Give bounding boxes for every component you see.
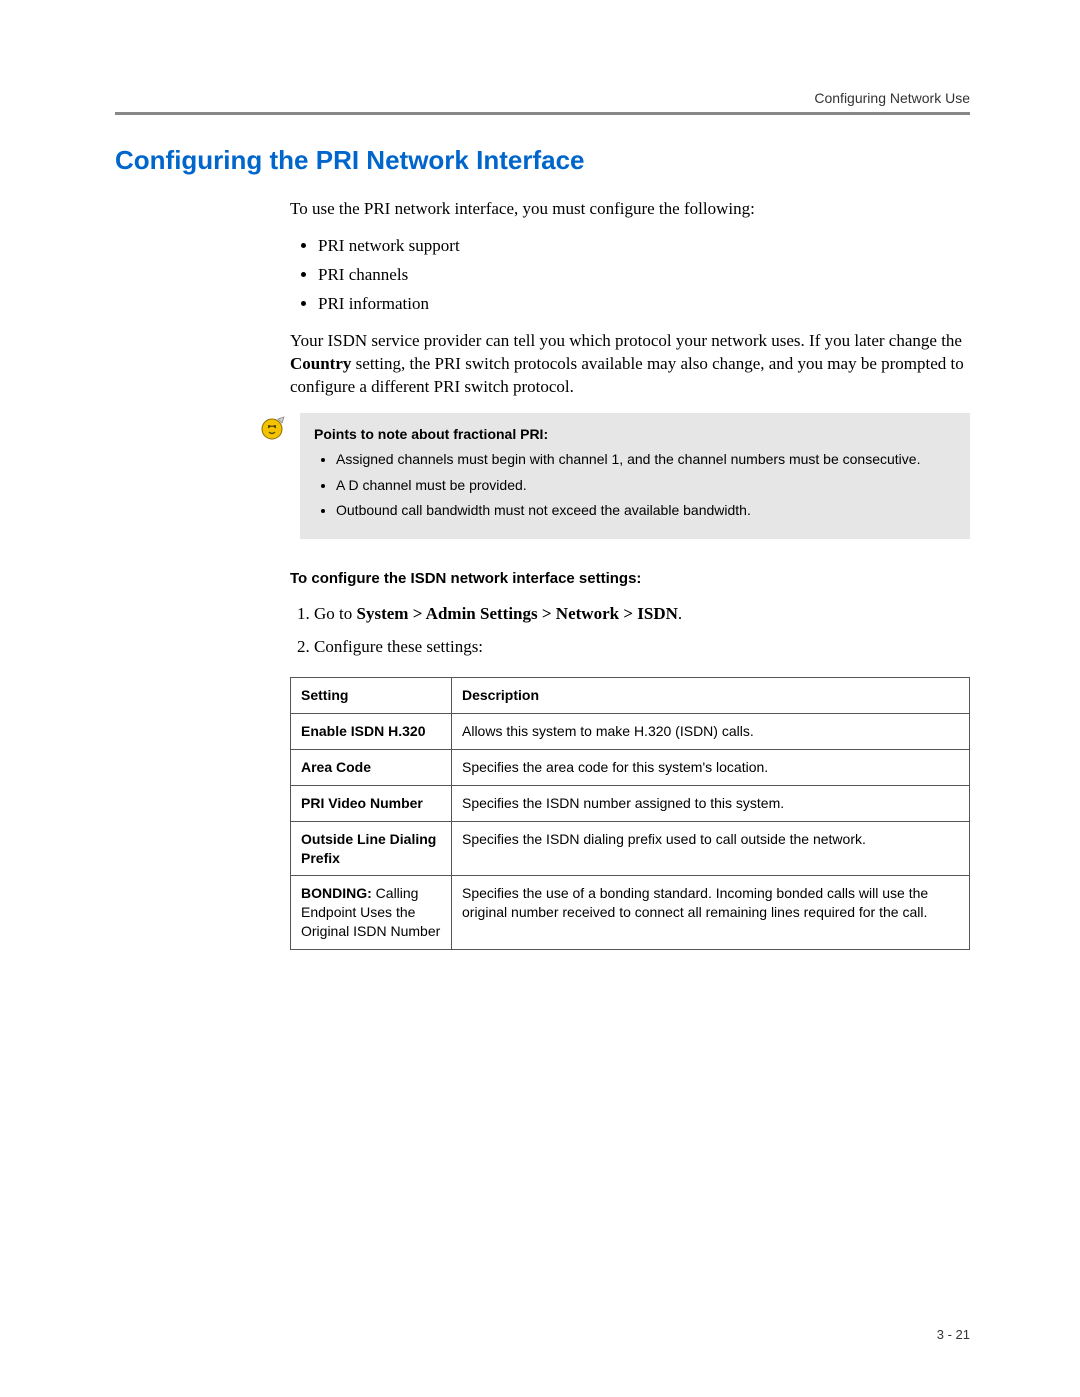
setting-name: Enable ISDN H.320 (301, 723, 426, 739)
table-row: PRI Video Number Specifies the ISDN numb… (291, 785, 970, 821)
setting-description: Specifies the ISDN dialing prefix used t… (452, 821, 970, 876)
provider-paragraph: Your ISDN service provider can tell you … (290, 330, 970, 399)
table-row: Outside Line Dialing Prefix Specifies th… (291, 821, 970, 876)
note-callout: Points to note about fractional PRI: Ass… (260, 413, 970, 539)
setting-description: Specifies the ISDN number assigned to th… (452, 785, 970, 821)
header-section-label: Configuring Network Use (115, 90, 970, 106)
table-row: Area Code Specifies the area code for th… (291, 749, 970, 785)
intro-paragraph: To use the PRI network interface, you mu… (290, 198, 970, 221)
section-title: Configuring the PRI Network Interface (115, 145, 970, 176)
note-box: Points to note about fractional PRI: Ass… (300, 413, 970, 539)
text-fragment: . (678, 604, 682, 623)
setting-description: Specifies the use of a bonding standard.… (452, 876, 970, 950)
procedure-heading: To configure the ISDN network interface … (290, 569, 970, 589)
setting-name: Area Code (301, 759, 371, 775)
intro-bullet-list: PRI network support PRI channels PRI inf… (290, 235, 970, 316)
list-item: PRI channels (318, 264, 970, 287)
step-item: Go to System > Admin Settings > Network … (314, 603, 970, 626)
header-divider (115, 112, 970, 115)
page-number: 3 - 21 (937, 1327, 970, 1342)
table-header-description: Description (452, 678, 970, 714)
setting-name: BONDING: (301, 885, 372, 901)
nav-path: System > Admin Settings > Network > ISDN (357, 604, 678, 623)
list-item: Assigned channels must begin with channe… (336, 450, 956, 470)
bold-country: Country (290, 354, 351, 373)
setting-description: Allows this system to make H.320 (ISDN) … (452, 713, 970, 749)
note-bullet-list: Assigned channels must begin with channe… (314, 450, 956, 521)
list-item: PRI information (318, 293, 970, 316)
table-row: BONDING: Calling Endpoint Uses the Origi… (291, 876, 970, 950)
list-item: PRI network support (318, 235, 970, 258)
note-heading: Points to note about fractional PRI: (314, 425, 956, 445)
setting-description: Specifies the area code for this system'… (452, 749, 970, 785)
text-fragment: Go to (314, 604, 357, 623)
note-icon (260, 413, 288, 539)
settings-table: Setting Description Enable ISDN H.320 Al… (290, 677, 970, 950)
table-header-setting: Setting (291, 678, 452, 714)
list-item: Outbound call bandwidth must not exceed … (336, 501, 956, 521)
list-item: A D channel must be provided. (336, 476, 956, 496)
table-row: Enable ISDN H.320 Allows this system to … (291, 713, 970, 749)
step-item: Configure these settings: (314, 636, 970, 659)
text-fragment: Your ISDN service provider can tell you … (290, 331, 962, 350)
setting-name: PRI Video Number (301, 795, 423, 811)
procedure-steps: Go to System > Admin Settings > Network … (290, 603, 970, 659)
setting-name: Outside Line Dialing Prefix (301, 831, 436, 866)
text-fragment: setting, the PRI switch protocols availa… (290, 354, 964, 396)
